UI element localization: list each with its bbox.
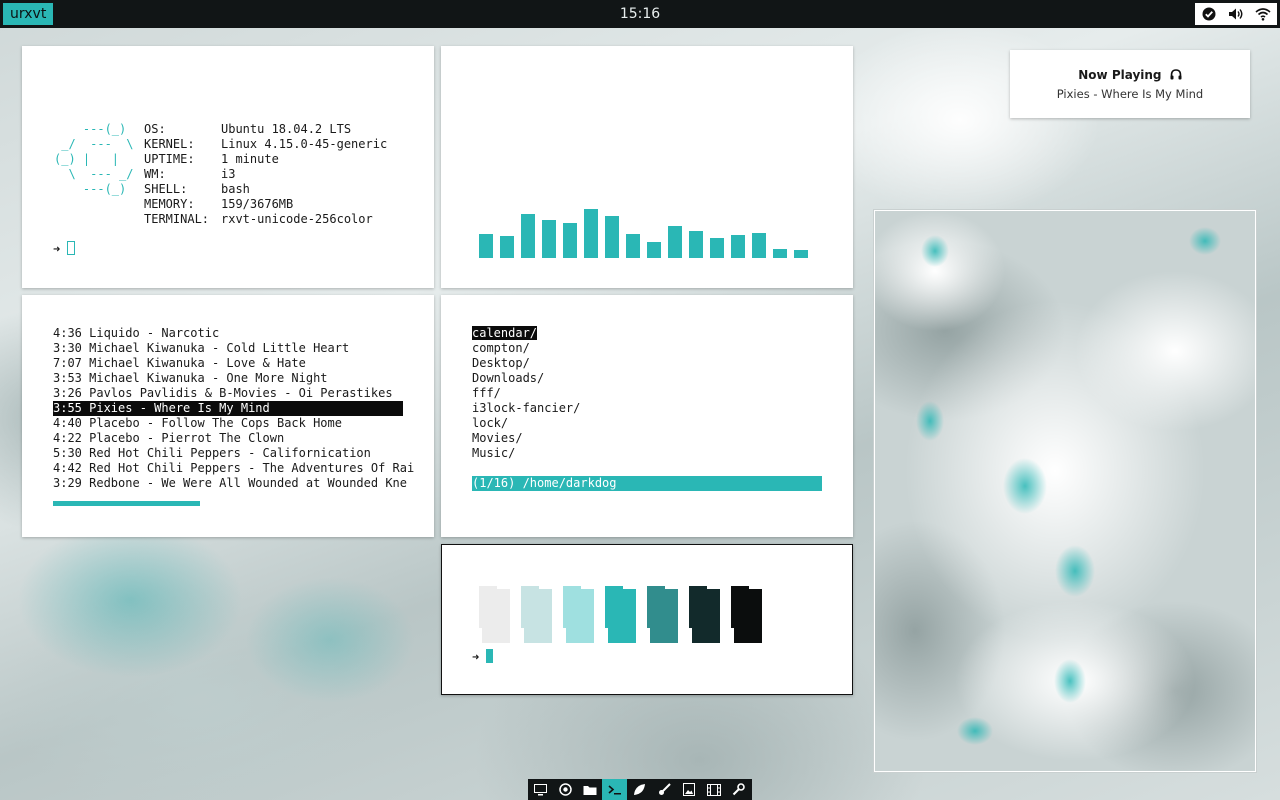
color-scheme-terminal[interactable]: ➜ xyxy=(441,544,853,695)
brush-icon[interactable] xyxy=(652,779,677,800)
playlist-track[interactable]: 3:53 Michael Kiwanuka - One More Night xyxy=(53,371,403,386)
prompt-arrow-icon: ➜ xyxy=(53,242,61,256)
file-entry[interactable]: lock/ xyxy=(472,416,580,431)
spectrum-bar xyxy=(605,216,619,258)
info-row-wm: WM: i3 xyxy=(144,167,236,181)
file-entry[interactable]: Desktop/ xyxy=(472,356,580,371)
spectrum-bar xyxy=(710,238,724,258)
color-swatch xyxy=(689,586,720,643)
image-icon[interactable] xyxy=(677,779,702,800)
playlist-track[interactable]: 3:30 Michael Kiwanuka - Cold Little Hear… xyxy=(53,341,403,356)
now-playing-widget: Now Playing Pixies - Where Is My Mind xyxy=(1010,50,1250,118)
file-manager-status-bar: (1/16) /home/darkdog xyxy=(472,476,822,491)
info-row-uptime: UPTIME: 1 minute xyxy=(144,152,279,166)
file-list: calendar/compton/Desktop/Downloads/fff/i… xyxy=(472,326,580,461)
top-bar: urxvt 15:16 xyxy=(0,0,1280,28)
text-cursor xyxy=(486,649,494,663)
music-player-terminal[interactable]: 4:36 Liquido - Narcotic 3:30 Michael Kiwa… xyxy=(22,295,434,537)
color-swatch xyxy=(731,586,762,643)
text-cursor xyxy=(67,241,76,255)
leaf-icon[interactable] xyxy=(627,779,652,800)
spectrum-bar xyxy=(500,236,514,258)
playlist-track[interactable]: 5:30 Red Hot Chili Peppers - Californica… xyxy=(53,446,403,461)
info-row-os: OS: Ubuntu 18.04.2 LTS xyxy=(144,122,352,136)
file-manager-terminal[interactable]: calendar/compton/Desktop/Downloads/fff/i… xyxy=(441,295,853,537)
file-entry[interactable]: i3lock-fancier/ xyxy=(472,401,580,416)
wifi-icon[interactable] xyxy=(1253,5,1273,23)
playlist-track[interactable]: 3:55 Pixies - Where Is My Mind xyxy=(53,401,403,416)
check-circle-icon[interactable] xyxy=(1199,5,1219,23)
spectrum-bar xyxy=(542,220,556,258)
spectrum-bar xyxy=(479,234,493,258)
spectrum-bar xyxy=(731,235,745,258)
color-swatch xyxy=(563,586,594,643)
spectrum-bar xyxy=(794,250,808,258)
info-row-kernel: KERNEL: Linux 4.15.0-45-generic xyxy=(144,137,388,151)
now-playing-track: Pixies - Where Is My Mind xyxy=(1056,87,1204,101)
clock: 15:16 xyxy=(619,6,661,22)
spectrum-bar xyxy=(584,209,598,258)
spectrum-bars xyxy=(479,186,819,258)
color-swatch xyxy=(647,586,678,643)
wrench-icon[interactable] xyxy=(726,779,751,800)
neofetch-terminal[interactable]: ---(_) _/ --- \ (_) | | \ --- _/ ---(_) O… xyxy=(22,46,434,288)
info-row-shell: SHELL: bash xyxy=(144,182,250,196)
shell-prompt[interactable]: ➜ xyxy=(53,241,76,257)
color-swatch xyxy=(521,586,552,643)
browser-icon[interactable] xyxy=(553,779,578,800)
headphones-icon xyxy=(1170,69,1182,80)
playlist: 4:36 Liquido - Narcotic 3:30 Michael Kiwa… xyxy=(53,326,414,491)
spectrum-bar xyxy=(647,242,661,258)
prompt-arrow-icon: ➜ xyxy=(472,650,480,664)
info-row-terminal: TERMINAL: rxvt-unicode-256color xyxy=(144,212,373,226)
spectrum-bar xyxy=(689,231,703,258)
spectrum-bar xyxy=(752,233,766,258)
ubuntu-ascii-logo: ---(_) _/ --- \ (_) | | \ --- _/ ---(_) xyxy=(54,122,134,196)
playlist-track[interactable]: 7:07 Michael Kiwanuka - Love & Hate xyxy=(53,356,403,371)
spectrum-bar xyxy=(626,234,640,258)
spectrum-bar xyxy=(773,249,787,258)
workspace-indicator[interactable]: urxvt xyxy=(3,3,54,25)
spectrum-bar xyxy=(668,226,682,258)
playlist-track[interactable]: 3:26 Pavlos Pavlidis & B-Movies - Oi Per… xyxy=(53,386,403,401)
system-info: OS: Ubuntu 18.04.2 LTS KERNEL: Linux 4.15.0… xyxy=(144,107,387,227)
color-swatch xyxy=(479,586,510,643)
playback-progress-bar[interactable] xyxy=(53,501,200,506)
volume-icon[interactable] xyxy=(1226,5,1246,23)
playlist-track[interactable]: 4:36 Liquido - Narcotic xyxy=(53,326,403,341)
film-icon[interactable] xyxy=(702,779,727,800)
file-entry[interactable]: Downloads/ xyxy=(472,371,580,386)
playlist-track[interactable]: 4:40 Placebo - Follow The Cops Back Home xyxy=(53,416,403,431)
spectrum-bar xyxy=(521,214,535,258)
file-entry[interactable]: Movies/ xyxy=(472,431,580,446)
info-row-memory: MEMORY: 159/3676MB xyxy=(144,197,294,211)
audio-visualizer-terminal[interactable] xyxy=(441,46,853,288)
playlist-track[interactable]: 4:22 Placebo - Pierrot The Clown xyxy=(53,431,403,446)
desktop-icon[interactable] xyxy=(528,779,553,800)
folder-icon[interactable] xyxy=(578,779,603,800)
now-playing-title: Now Playing xyxy=(1010,68,1250,82)
file-entry[interactable]: calendar/ xyxy=(472,326,580,341)
system-tray xyxy=(1195,3,1277,25)
image-viewer-window[interactable] xyxy=(873,209,1257,773)
playlist-track[interactable]: 3:29 Redbone - We Were All Wounded at Wo… xyxy=(53,476,407,491)
file-entry[interactable]: compton/ xyxy=(472,341,580,356)
shell-prompt[interactable]: ➜ xyxy=(472,649,494,665)
flower-wallpaper-image xyxy=(875,211,1255,771)
color-swatch xyxy=(605,586,636,643)
file-entry[interactable]: fff/ xyxy=(472,386,580,401)
file-entry[interactable]: Music/ xyxy=(472,446,580,461)
terminal-icon[interactable] xyxy=(602,779,628,800)
application-dock xyxy=(528,779,752,800)
spectrum-bar xyxy=(563,223,577,258)
playlist-track[interactable]: 4:42 Red Hot Chili Peppers - The Adventu… xyxy=(53,461,414,476)
